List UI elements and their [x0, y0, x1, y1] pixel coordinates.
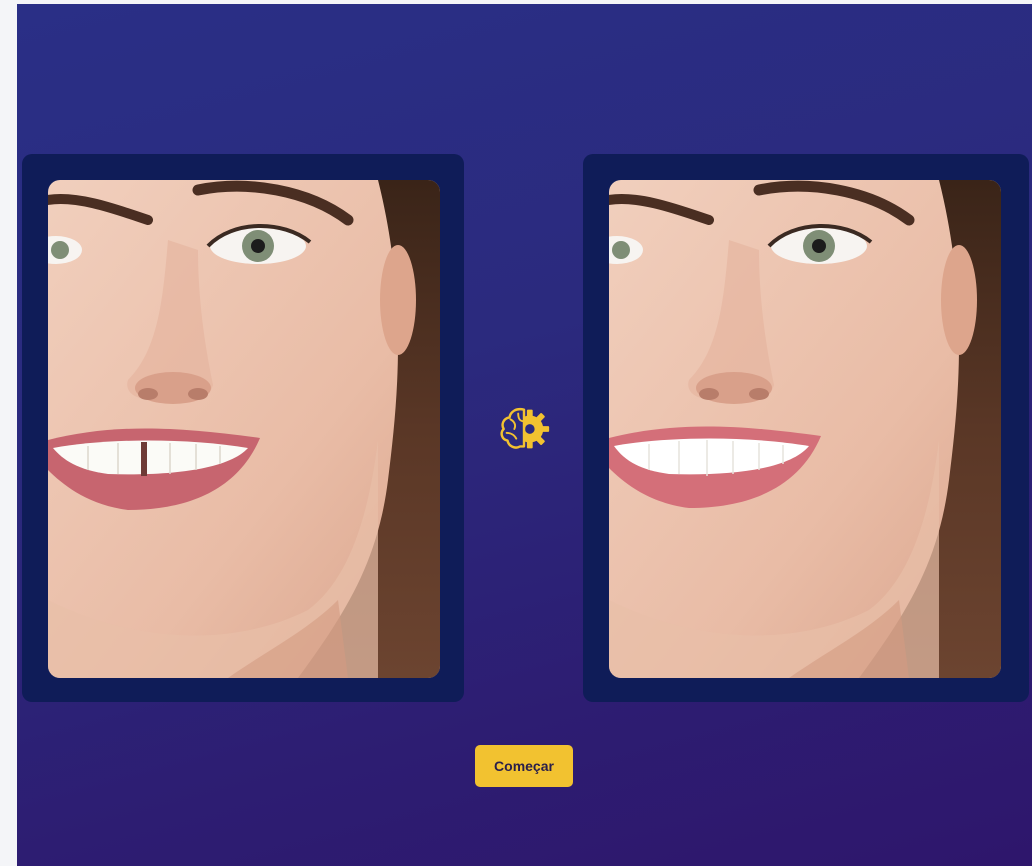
- comparison-stage: Começar: [17, 4, 1032, 866]
- after-face-illustration: [609, 180, 1001, 678]
- before-panel: [22, 154, 464, 702]
- after-panel: [583, 154, 1029, 702]
- before-photo: [48, 180, 440, 678]
- brain-gear-icon: [495, 400, 553, 458]
- start-button[interactable]: Começar: [475, 745, 573, 787]
- before-face-illustration: [48, 180, 440, 678]
- after-photo: [609, 180, 1001, 678]
